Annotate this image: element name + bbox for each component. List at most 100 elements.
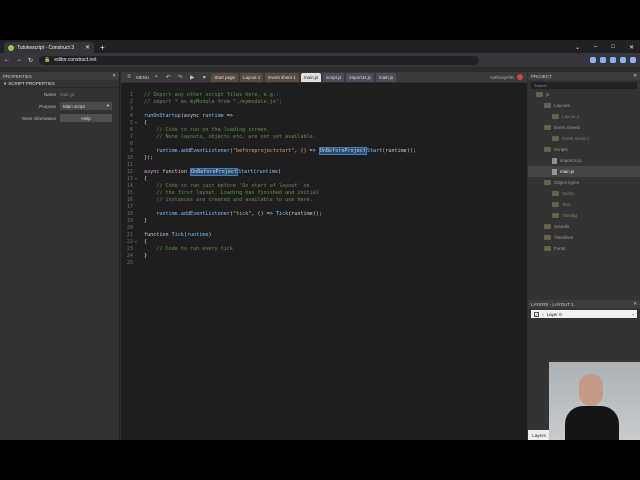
script-properties-section[interactable]: ▾ SCRIPT PROPERTIES xyxy=(0,80,119,88)
code-line[interactable]: 8 xyxy=(121,140,144,147)
code-line[interactable]: 9 runtime.addEventListener("beforeprojec… xyxy=(121,146,416,155)
tree-item[interactable]: Layouts xyxy=(528,100,640,111)
tab-start-page[interactable]: Start page xyxy=(211,72,239,82)
code-line[interactable]: 17 xyxy=(121,203,144,210)
code-line[interactable]: 12 async function OnBeforeProjectStart(ru… xyxy=(121,167,281,176)
tree-item[interactable]: Event sheet 1 xyxy=(528,133,640,144)
help-button[interactable]: Help xyxy=(60,114,112,122)
layer-lock-icon[interactable]: ▫ xyxy=(632,312,634,317)
play-icon[interactable]: ▶ xyxy=(187,74,197,81)
close-tab-icon[interactable]: ✕ xyxy=(85,44,90,51)
redo-icon[interactable]: ↷ xyxy=(175,74,185,81)
folder-icon xyxy=(544,246,551,251)
close-panel-icon[interactable]: ✕ xyxy=(633,73,637,79)
omnibox[interactable]: 🔒 editor.construct.net xyxy=(39,55,480,65)
code-text: } xyxy=(139,253,147,259)
tree-item[interactable]: Fonts xyxy=(528,243,640,254)
code-token: "beforeprojectstart" xyxy=(232,147,295,154)
code-line[interactable]: 5 ▾{ xyxy=(121,119,147,126)
code-line[interactable]: 24} xyxy=(121,252,147,259)
extensions-area xyxy=(590,57,636,63)
tree-item[interactable]: Timelines xyxy=(528,232,640,243)
tree-item[interactable]: Scripts xyxy=(528,144,640,155)
code-line[interactable]: 3 xyxy=(121,105,144,112)
tab-event-sheet-1[interactable]: Event sheet 1 xyxy=(265,72,299,82)
code-line[interactable]: 13 ▾{ xyxy=(121,175,147,182)
minimize-button[interactable]: – xyxy=(594,44,597,51)
line-number: 17 xyxy=(126,203,133,210)
line-number: 18 xyxy=(126,210,133,217)
extension-icon[interactable] xyxy=(590,57,596,63)
code-line[interactable]: 15 // the first layout. Loading has fini… xyxy=(121,189,319,196)
property-value[interactable]: main.js xyxy=(60,92,114,97)
code-token: runtime xyxy=(144,210,178,217)
new-tab-button[interactable]: + xyxy=(100,43,105,52)
tree-item[interactable]: main.js xyxy=(528,166,640,177)
tab-layout-1[interactable]: Layout 1 xyxy=(240,72,264,82)
close-window-button[interactable]: ✕ xyxy=(629,44,634,51)
undo-icon[interactable]: ↶ xyxy=(163,74,173,81)
forward-icon[interactable]: → xyxy=(16,57,22,63)
tree-item[interactable]: Layout 1 xyxy=(528,111,640,122)
project-search-input[interactable]: Search xyxy=(531,82,637,89)
menu-button[interactable]: MENU xyxy=(136,75,149,80)
code-line[interactable]: 23 // Code to run every tick xyxy=(121,245,233,252)
tree-item[interactable]: Text xyxy=(528,199,640,210)
line-number: 2 xyxy=(129,98,133,105)
code-line[interactable]: 16 // instances are created and availabl… xyxy=(121,196,313,203)
reload-icon[interactable]: ↻ xyxy=(28,57,33,64)
code-line[interactable]: 18 runtime.addEventListener("tick", () =… xyxy=(121,210,322,217)
tree-item[interactable]: Sprite xyxy=(528,188,640,199)
user-account[interactable]: Anthony/OK xyxy=(490,74,527,80)
more-icon[interactable]: ▾ xyxy=(199,74,209,81)
code-line[interactable]: 7 // Note layouts, objects etc. are not … xyxy=(121,133,316,140)
layer-row[interactable]: ✓ ▫ Layer 0 ▫ xyxy=(531,310,637,318)
menu-icon[interactable]: ≡ xyxy=(124,74,134,80)
code-line[interactable]: 6 // Code to run on the loading screen. xyxy=(121,126,270,133)
browser-tab[interactable]: Tutokescript - Construct 3 ✕ xyxy=(4,42,94,53)
visibility-checkbox[interactable]: ✓ xyxy=(534,311,539,317)
code-token: } xyxy=(144,217,148,224)
tab-script-js[interactable]: script.js xyxy=(323,72,345,82)
code-line[interactable]: 21 function Tick(runtime) xyxy=(121,231,212,238)
layers-bar-tab[interactable]: Layers xyxy=(528,430,550,440)
code-line[interactable]: 2 // import * as myModule from "./mymodul… xyxy=(121,98,282,105)
tree-item[interactable]: importJs.js xyxy=(528,155,640,166)
tab-main-js-2[interactable]: main.js xyxy=(375,72,397,82)
property-label: Name xyxy=(43,91,56,97)
app-window: Tutokescript - Construct 3 ✕ + ⌄ – □ ✕ ←… xyxy=(0,40,640,440)
code-line[interactable]: 10}); xyxy=(121,154,153,161)
code-token: Start xyxy=(238,168,254,175)
extension-icon[interactable] xyxy=(610,57,616,63)
extension-icon[interactable] xyxy=(600,57,606,63)
tree-item[interactable]: Event sheets xyxy=(528,122,640,133)
code-line[interactable]: 22 ▾{ xyxy=(121,238,147,245)
code-line[interactable]: 4 runOnStartup(async runtime => xyxy=(121,112,233,119)
lock-icon[interactable]: ▫ xyxy=(542,312,544,317)
code-line[interactable]: 1 // Import any other script files here, … xyxy=(121,91,279,98)
tree-item[interactable]: js xyxy=(528,89,640,100)
profile-icon[interactable] xyxy=(630,57,636,63)
close-panel-icon[interactable]: ✕ xyxy=(112,73,116,79)
close-panel-icon[interactable]: ✕ xyxy=(633,301,637,307)
extension-icon[interactable] xyxy=(620,57,626,63)
code-line[interactable]: 14 // Code to run just before 'On start … xyxy=(121,182,310,189)
purpose-select[interactable]: Main script ▾ xyxy=(60,102,112,110)
code-editor[interactable]: 1 // Import any other script files here, … xyxy=(121,83,527,440)
code-token: // import * as myModule from "./mymodule… xyxy=(144,98,283,105)
tab-importjs-js[interactable]: importJs.js xyxy=(346,72,374,82)
save-icon[interactable]: ▪ xyxy=(151,74,161,80)
tree-item[interactable]: TiledBg xyxy=(528,210,640,221)
code-token: async xyxy=(144,168,163,175)
tree-item[interactable]: Object types xyxy=(528,177,640,188)
code-token: ) xyxy=(208,231,212,238)
tab-main-js[interactable]: main.js xyxy=(300,72,322,82)
code-line[interactable]: 19} xyxy=(121,217,147,224)
code-line[interactable]: 20 xyxy=(121,224,144,231)
code-line[interactable]: 25 xyxy=(121,259,144,266)
tab-search-icon[interactable]: ⌄ xyxy=(575,44,580,51)
back-icon[interactable]: ← xyxy=(4,57,10,63)
tree-item[interactable]: Sounds xyxy=(528,221,640,232)
maximize-button[interactable]: □ xyxy=(611,44,615,51)
code-line[interactable]: 11 xyxy=(121,161,144,168)
